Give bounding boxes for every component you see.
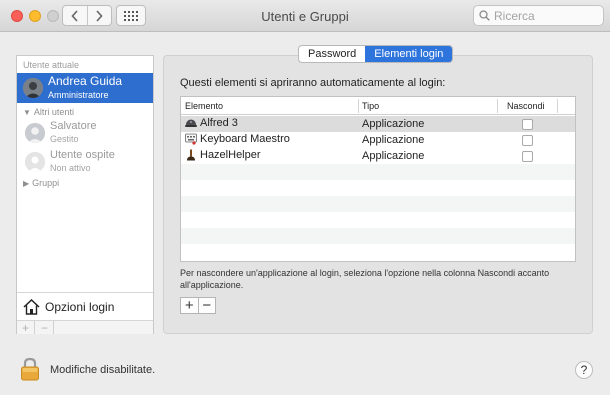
search-icon bbox=[479, 10, 490, 21]
empty-row bbox=[181, 212, 575, 228]
add-login-item-button[interactable]: + bbox=[181, 298, 198, 313]
column-header-type[interactable]: Tipo bbox=[362, 101, 379, 111]
current-user-section-label: Utente attuale bbox=[23, 60, 80, 70]
remove-login-item-button[interactable]: − bbox=[197, 298, 216, 313]
hazel-icon bbox=[187, 149, 195, 161]
table-row[interactable]: HazelHelper Applicazione bbox=[181, 148, 575, 164]
add-remove-buttons: + − bbox=[180, 297, 216, 314]
item-name-cell: Keyboard Maestro bbox=[185, 133, 290, 145]
empty-row bbox=[181, 180, 575, 196]
user-name: Salvatore bbox=[50, 120, 97, 132]
login-options-label: Opzioni login bbox=[45, 299, 115, 314]
item-type: Applicazione bbox=[362, 134, 425, 146]
minimize-window-button[interactable] bbox=[29, 10, 41, 22]
avatar bbox=[25, 152, 45, 172]
hide-checkbox[interactable] bbox=[522, 151, 533, 162]
user-photo-icon bbox=[23, 78, 43, 98]
login-options-item[interactable]: Opzioni login bbox=[17, 292, 153, 320]
column-divider[interactable] bbox=[358, 99, 359, 113]
window-title: Utenti e Gruppi bbox=[261, 9, 349, 24]
groups-section[interactable]: ▶ Gruppi bbox=[23, 178, 59, 188]
alfred-icon bbox=[185, 119, 197, 127]
current-user-role: Amministratore bbox=[48, 90, 109, 100]
close-window-button[interactable] bbox=[11, 10, 23, 22]
item-type: Applicazione bbox=[362, 118, 425, 130]
users-sidebar: Utente attuale Andrea Guida Amministrato… bbox=[16, 55, 154, 335]
chevron-left-icon bbox=[71, 9, 78, 22]
table-header: Elemento Tipo Nascondi bbox=[181, 97, 575, 115]
empty-row bbox=[181, 196, 575, 212]
padlock-icon bbox=[21, 357, 39, 381]
sidebar-item-user-salvatore[interactable]: Salvatore Gestito bbox=[17, 118, 153, 148]
tab-control: Password Elementi login bbox=[298, 45, 454, 63]
login-items-table: Elemento Tipo Nascondi Alfred 3 Applicaz… bbox=[180, 96, 576, 262]
other-users-section-label: Altri utenti bbox=[33, 107, 74, 117]
item-name: Keyboard Maestro bbox=[200, 133, 290, 145]
grid-icon bbox=[124, 10, 138, 21]
hide-hint-text: Per nascondere un'applicazione al login,… bbox=[180, 268, 550, 290]
groups-section-label: Gruppi bbox=[32, 178, 60, 188]
user-role: Non attivo bbox=[50, 163, 91, 173]
hide-checkbox[interactable] bbox=[522, 119, 533, 130]
empty-row bbox=[181, 164, 575, 180]
column-header-element[interactable]: Elemento bbox=[185, 101, 223, 111]
navigation-buttons bbox=[62, 5, 112, 26]
sidebar-item-current-user[interactable]: Andrea Guida Amministratore bbox=[17, 73, 153, 103]
tab-password[interactable]: Password bbox=[299, 46, 365, 62]
user-name: Utente ospite bbox=[50, 149, 115, 161]
item-type: Applicazione bbox=[362, 150, 425, 162]
remove-user-button[interactable]: − bbox=[36, 321, 54, 335]
column-header-hide[interactable]: Nascondi bbox=[507, 101, 545, 111]
keyboard-maestro-icon bbox=[185, 133, 197, 145]
show-all-button[interactable] bbox=[116, 5, 146, 26]
forward-button[interactable] bbox=[86, 6, 112, 25]
tab-login-items[interactable]: Elementi login bbox=[365, 46, 453, 62]
guest-user-icon bbox=[25, 152, 45, 172]
house-icon bbox=[23, 298, 40, 315]
lock-status-text: Modifiche disabilitate. bbox=[50, 364, 156, 376]
back-button[interactable] bbox=[63, 6, 87, 25]
table-row[interactable]: Alfred 3 Applicazione bbox=[181, 116, 575, 132]
avatar bbox=[25, 123, 45, 143]
help-button[interactable]: ? bbox=[575, 361, 593, 379]
window-titlebar: Utenti e Gruppi bbox=[0, 0, 610, 32]
item-name: HazelHelper bbox=[200, 149, 261, 161]
disclosure-triangle-right-icon: ▶ bbox=[23, 178, 30, 188]
lock-button[interactable] bbox=[20, 357, 40, 384]
avatar bbox=[23, 78, 43, 98]
chevron-right-icon bbox=[96, 9, 103, 22]
current-user-name: Andrea Guida bbox=[48, 74, 123, 88]
column-divider[interactable] bbox=[557, 99, 558, 113]
empty-row bbox=[181, 244, 575, 260]
other-users-section[interactable]: ▼ Altri utenti bbox=[23, 107, 74, 117]
disclosure-triangle-down-icon: ▼ bbox=[23, 107, 31, 117]
item-name-cell: HazelHelper bbox=[185, 149, 261, 161]
empty-row bbox=[181, 228, 575, 244]
search-input[interactable] bbox=[494, 8, 594, 23]
sidebar-item-guest-user[interactable]: Utente ospite Non attivo bbox=[17, 147, 153, 177]
user-role: Gestito bbox=[50, 134, 79, 144]
item-name: Alfred 3 bbox=[200, 117, 238, 129]
hide-checkbox[interactable] bbox=[522, 135, 533, 146]
column-divider[interactable] bbox=[497, 99, 498, 113]
zoom-window-button[interactable] bbox=[47, 10, 59, 22]
search-field[interactable] bbox=[473, 5, 604, 26]
user-photo-icon bbox=[25, 123, 45, 143]
sidebar-bottom-bar: + − bbox=[17, 320, 153, 335]
table-row[interactable]: Keyboard Maestro Applicazione bbox=[181, 132, 575, 148]
item-name-cell: Alfred 3 bbox=[185, 117, 238, 129]
add-user-button[interactable]: + bbox=[17, 321, 35, 335]
login-items-intro: Questi elementi si apriranno automaticam… bbox=[180, 77, 446, 89]
